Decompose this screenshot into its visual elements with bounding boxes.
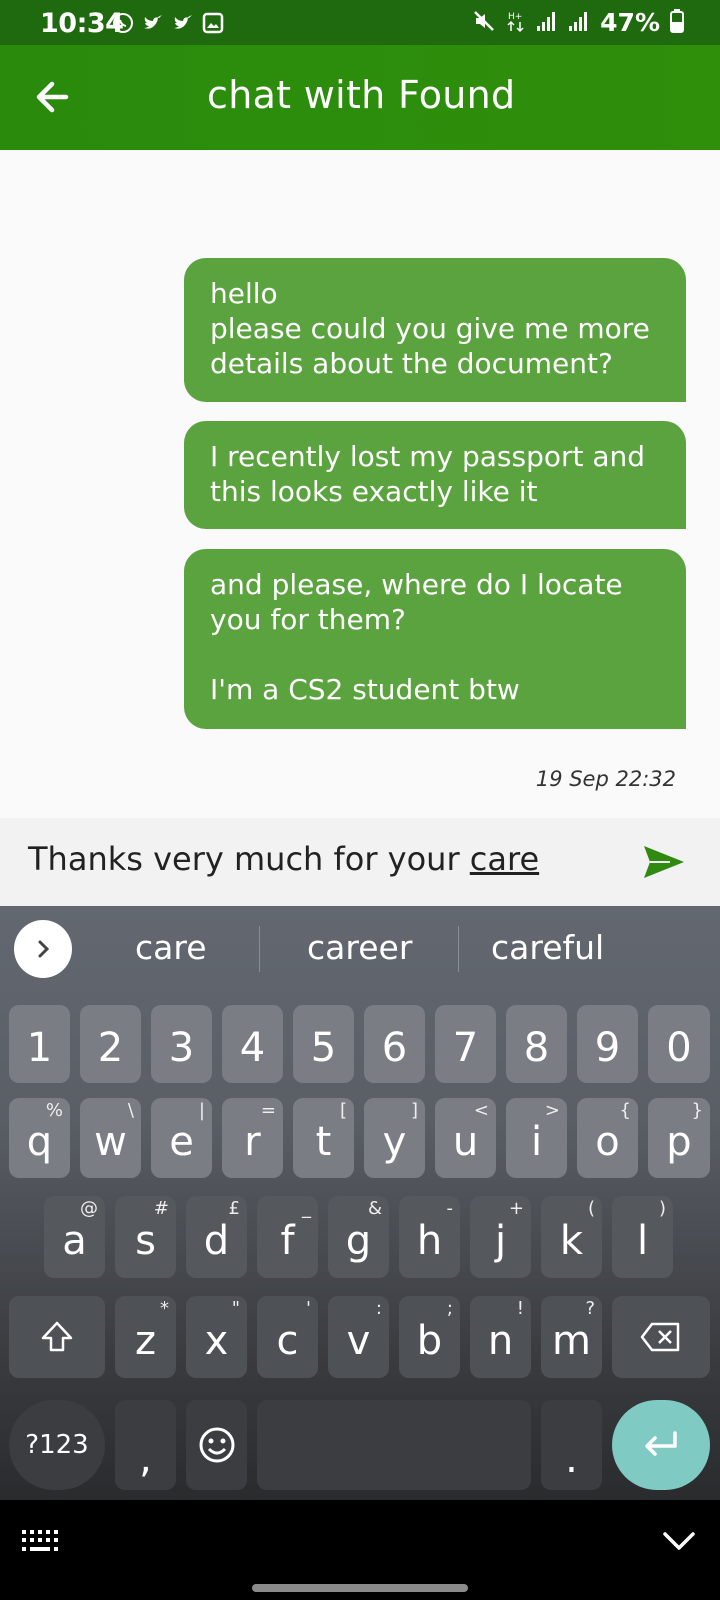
key-5[interactable]: 5 (293, 1005, 354, 1083)
keyboard-icon[interactable] (20, 1528, 60, 1554)
message-input[interactable]: Thanks very much for your care (28, 840, 539, 878)
gallery-icon (202, 12, 224, 34)
whatsapp-icon (112, 12, 134, 34)
mute-icon (472, 9, 496, 37)
key-j[interactable]: + j (470, 1196, 531, 1278)
key-8[interactable]: 8 (506, 1005, 567, 1083)
key-4[interactable]: 4 (222, 1005, 283, 1083)
keyboard: care career careful 1 2 3 4 5 6 7 8 9 0 … (0, 906, 720, 1500)
twitter-icon (142, 12, 164, 34)
back-arrow-icon[interactable] (32, 77, 72, 117)
message-timestamp: 19 Sep 22:32 (535, 767, 676, 791)
suggestion-divider (259, 926, 260, 972)
suggestion-item[interactable]: care (135, 928, 207, 967)
shift-icon (41, 1321, 73, 1352)
send-icon[interactable] (640, 842, 688, 882)
key-l[interactable]: ) l (612, 1196, 673, 1278)
key-2[interactable]: 2 (80, 1005, 141, 1083)
emoji-key[interactable] (186, 1400, 247, 1490)
battery-percent: 47% (600, 8, 660, 37)
key-m[interactable]: ? m (541, 1296, 602, 1378)
key-6[interactable]: 6 (364, 1005, 425, 1083)
key-u[interactable]: < u (435, 1098, 496, 1178)
input-text: Thanks very much for your (28, 840, 470, 878)
notification-icons (112, 12, 224, 34)
symbols-key[interactable]: ?123 (9, 1400, 105, 1490)
svg-text:H+: H+ (508, 12, 522, 22)
message-bubble[interactable]: I recently lost my passport and this loo… (184, 421, 686, 529)
suggestion-item[interactable]: career (307, 928, 412, 967)
period-key[interactable]: . (541, 1400, 602, 1490)
key-f[interactable]: _ f (257, 1196, 318, 1278)
key-q[interactable]: % q (9, 1098, 70, 1178)
signal-icon (536, 10, 558, 36)
key-c[interactable]: ' c (257, 1296, 318, 1378)
key-p[interactable]: } p (648, 1098, 710, 1178)
status-bar: 10:34 H+ 47% (0, 0, 720, 45)
key-1[interactable]: 1 (9, 1005, 70, 1083)
key-d[interactable]: £ d (186, 1196, 247, 1278)
key-0[interactable]: 0 (648, 1005, 710, 1083)
key-i[interactable]: > i (506, 1098, 567, 1178)
space-key[interactable] (257, 1400, 531, 1490)
data-icon: H+ (506, 9, 526, 37)
key-a[interactable]: @ a (44, 1196, 105, 1278)
twitter-icon (172, 12, 194, 34)
message-bubble[interactable]: and please, where do I locate you for th… (184, 549, 686, 729)
key-r[interactable]: = r (222, 1098, 283, 1178)
shift-key[interactable] (9, 1296, 105, 1378)
emoji-icon (199, 1427, 234, 1463)
key-z[interactable]: * z (115, 1296, 176, 1378)
page-title: chat with Found (207, 73, 516, 117)
suggestion-divider (458, 926, 459, 972)
key-x[interactable]: " x (186, 1296, 247, 1378)
key-o[interactable]: {o (577, 1098, 638, 1178)
suggestion-strip: care career careful (0, 906, 720, 996)
key-7[interactable]: 7 (435, 1005, 496, 1083)
chevron-down-icon[interactable] (662, 1530, 696, 1552)
key-3[interactable]: 3 (151, 1005, 212, 1083)
key-9[interactable]: 9 (577, 1005, 638, 1083)
enter-icon (645, 1431, 677, 1456)
key-v[interactable]: :v (328, 1296, 389, 1378)
message-bubble[interactable]: hello please could you give me more deta… (184, 258, 686, 402)
navigation-bar (0, 1500, 720, 1600)
status-right: H+ 47% (472, 8, 684, 37)
status-time: 10:34 (40, 8, 124, 39)
message-input-row: Thanks very much for your care (0, 818, 720, 906)
enter-key[interactable] (612, 1400, 710, 1490)
app-bar: chat with Found (0, 45, 720, 150)
signal-icon (568, 10, 590, 36)
suggestion-item[interactable]: careful (491, 928, 604, 967)
comma-key[interactable]: , (115, 1400, 176, 1490)
key-k[interactable]: (k (541, 1196, 602, 1278)
chevron-right-icon (38, 940, 50, 958)
chat-area[interactable]: hello please could you give me more deta… (0, 150, 720, 818)
input-composing-word: care (469, 840, 540, 878)
expand-toolbar-button[interactable] (14, 920, 72, 978)
key-h[interactable]: -h (399, 1196, 460, 1278)
key-b[interactable]: ; b (399, 1296, 460, 1378)
key-w[interactable]: \ w (80, 1098, 141, 1178)
key-n[interactable]: ! n (470, 1296, 531, 1378)
key-t[interactable]: [t (293, 1098, 354, 1178)
key-e[interactable]: | e (151, 1098, 212, 1178)
key-g[interactable]: & g (328, 1196, 389, 1278)
home-gesture-bar[interactable] (252, 1584, 468, 1592)
backspace-key[interactable] (612, 1296, 710, 1378)
battery-icon (670, 8, 684, 37)
backspace-icon (640, 1322, 680, 1352)
key-s[interactable]: # s (115, 1196, 176, 1278)
key-y[interactable]: ] y (364, 1098, 425, 1178)
